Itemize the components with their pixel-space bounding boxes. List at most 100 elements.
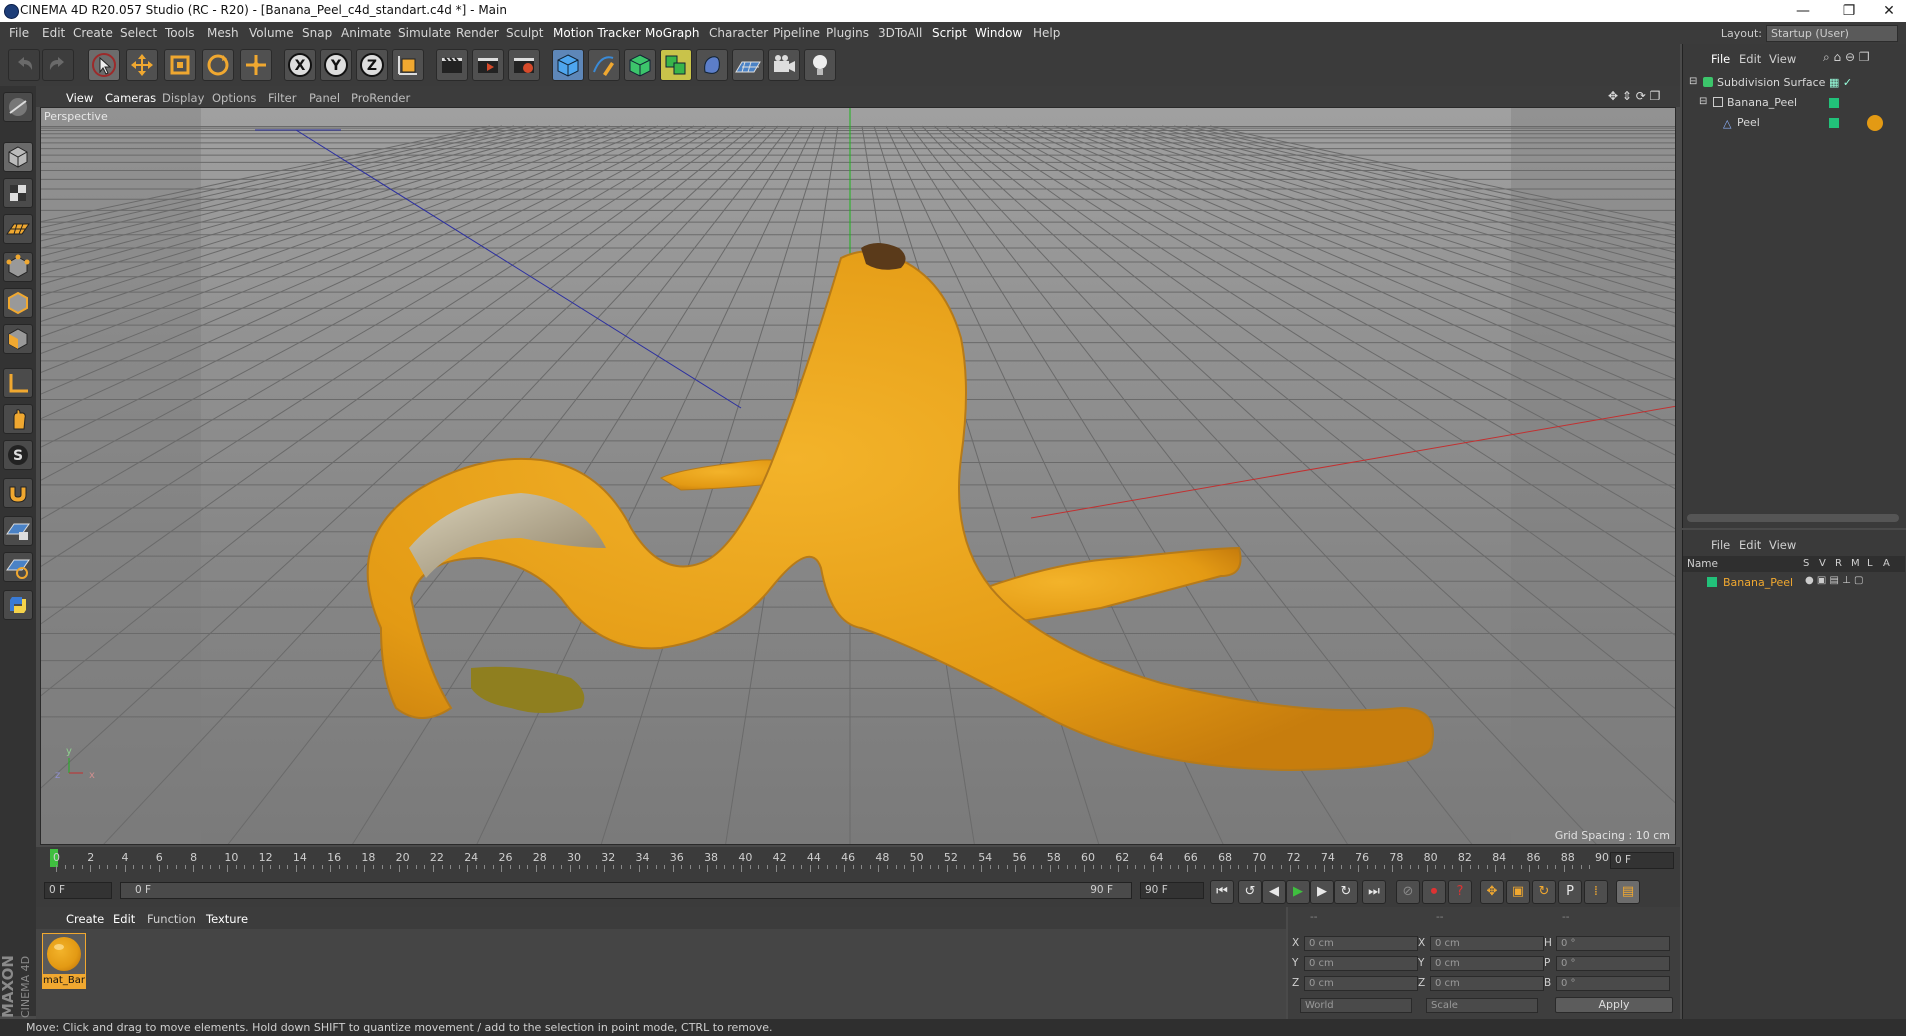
cloner-icon[interactable] [660, 49, 692, 81]
viewport-menu-filter[interactable]: Filter [268, 91, 296, 105]
transform-tool-icon[interactable] [240, 49, 272, 81]
menu-sculpt[interactable]: Sculpt [506, 26, 543, 40]
coord-size-y-field[interactable]: 0 cm [1430, 956, 1544, 971]
object-row-subdivision-surface[interactable]: ⊟ Subdivision Surface ▦ ✓ [1683, 74, 1905, 92]
preview-range-slider[interactable]: 0 F 90 F [120, 882, 1132, 899]
model-mode-icon[interactable] [3, 142, 33, 172]
menu-script[interactable]: Script [932, 26, 967, 40]
tweak-mode-icon[interactable] [3, 404, 33, 434]
next-key-icon[interactable]: ↻ [1334, 880, 1358, 904]
polygons-mode-icon[interactable] [3, 324, 33, 354]
coord-pos-y-field[interactable]: 0 cm [1304, 956, 1418, 971]
autokeying-icon[interactable]: ⏺ [1422, 880, 1446, 904]
layer-menu-file[interactable]: File [1711, 538, 1730, 552]
start-frame-field[interactable]: 0 F [44, 882, 112, 899]
z-axis-lock-icon[interactable]: Z [356, 49, 388, 81]
menu-mograph[interactable]: MoGraph [645, 26, 700, 40]
texture-mode-icon[interactable] [3, 178, 33, 208]
next-frame-icon[interactable]: ▶ [1310, 880, 1334, 904]
key-pla-icon[interactable]: ⁞ [1584, 880, 1608, 904]
coordinate-size-mode-dropdown[interactable]: Scale [1426, 998, 1538, 1013]
coord-rot-b-field[interactable]: 0 ° [1556, 976, 1670, 991]
edges-mode-icon[interactable] [3, 288, 33, 318]
coordinate-space-dropdown[interactable]: World [1300, 998, 1412, 1013]
layout-dropdown[interactable]: Startup (User) [1766, 25, 1898, 42]
rotate-tool-icon[interactable] [202, 49, 234, 81]
viewport-menu-panel[interactable]: Panel [309, 91, 340, 105]
menu-pipeline[interactable]: Pipeline [773, 26, 820, 40]
key-position-icon[interactable]: ✥ [1480, 880, 1504, 904]
previous-frame-icon[interactable]: ◀ [1262, 880, 1286, 904]
menu-simulate[interactable]: Simulate [398, 26, 451, 40]
floor-icon[interactable] [732, 49, 764, 81]
go-to-end-icon[interactable]: ⏭ [1362, 880, 1386, 904]
snapping-icon[interactable]: S [3, 440, 33, 470]
material-menu-edit[interactable]: Edit [113, 912, 135, 926]
magnet-icon[interactable] [3, 478, 33, 508]
menu-help[interactable]: Help [1033, 26, 1060, 40]
move-tool-icon[interactable] [126, 49, 158, 81]
layer-menu-edit[interactable]: Edit [1739, 538, 1761, 552]
close-button[interactable]: ✕ [1866, 0, 1906, 22]
minimize-button[interactable]: — [1780, 0, 1826, 22]
material-thumbnail[interactable]: mat_Bar [42, 933, 86, 989]
perspective-viewport[interactable]: y z x [40, 107, 1676, 845]
menu-tools[interactable]: Tools [165, 26, 195, 40]
viewport-navigation-icons[interactable]: ✥ ⇕ ⟳ ❐ [1608, 89, 1660, 103]
material-menu-function[interactable]: Function [147, 912, 196, 926]
camera-icon[interactable] [768, 49, 800, 81]
menu-motion-tracker[interactable]: Motion Tracker [553, 26, 641, 40]
expand-icon[interactable]: ⊟ [1689, 76, 1697, 87]
go-to-start-icon[interactable]: ⏮ [1210, 880, 1234, 904]
object-name[interactable]: Banana_Peel [1727, 96, 1797, 109]
viewport-menu-cameras[interactable]: Cameras [105, 91, 156, 105]
object-menu-file[interactable]: File [1711, 52, 1730, 66]
layer-color-swatch[interactable] [1707, 577, 1717, 587]
coordinate-system-icon[interactable] [392, 49, 424, 81]
play-forward-icon[interactable]: ▶ [1286, 880, 1310, 904]
current-frame-field[interactable]: 0 F [1610, 852, 1674, 869]
material-menu-create[interactable]: Create [66, 912, 104, 926]
object-name[interactable]: Peel [1737, 116, 1760, 129]
axis-mode-icon[interactable] [3, 368, 33, 398]
live-selection-icon[interactable] [88, 49, 120, 81]
menu-volume[interactable]: Volume [249, 26, 294, 40]
pen-spline-icon[interactable] [588, 49, 620, 81]
timeline-window-icon[interactable]: ▤ [1616, 880, 1640, 904]
render-to-picture-viewer-icon[interactable] [472, 49, 504, 81]
menu-window[interactable]: Window [975, 26, 1022, 40]
previous-key-icon[interactable]: ↺ [1238, 880, 1262, 904]
render-settings-icon[interactable] [508, 49, 540, 81]
menu-edit[interactable]: Edit [42, 26, 65, 40]
layer-row-banana-peel[interactable]: Banana_Peel ● ▣ ▤ ⊥ ▢ [1683, 574, 1905, 592]
object-visibility-icons[interactable]: ▦ ✓ [1829, 76, 1852, 89]
keyframe-selection-icon[interactable]: ? [1448, 880, 1472, 904]
object-menu-edit[interactable]: Edit [1739, 52, 1761, 66]
layer-name[interactable]: Banana_Peel [1723, 576, 1793, 589]
expand-icon[interactable]: ⊟ [1699, 96, 1707, 107]
planar-workplane-icon[interactable] [3, 552, 33, 582]
coord-size-z-field[interactable]: 0 cm [1430, 976, 1544, 991]
menu-select[interactable]: Select [120, 26, 157, 40]
coord-rot-h-field[interactable]: 0 ° [1556, 936, 1670, 951]
viewport-menu-options[interactable]: Options [212, 91, 256, 105]
apply-button[interactable]: Apply [1555, 997, 1673, 1013]
object-row-peel[interactable]: △ Peel [1683, 114, 1905, 132]
layer-toggle-icons[interactable]: ● ▣ ▤ ⊥ ▢ [1805, 575, 1864, 586]
key-scale-icon[interactable]: ▣ [1506, 880, 1530, 904]
menu-mesh[interactable]: Mesh [207, 26, 239, 40]
record-active-objects-icon[interactable]: ⊘ [1396, 880, 1420, 904]
menu-snap[interactable]: Snap [302, 26, 332, 40]
end-frame-field[interactable]: 90 F [1140, 882, 1204, 899]
coord-pos-z-field[interactable]: 0 cm [1304, 976, 1418, 991]
object-menu-view[interactable]: View [1769, 52, 1796, 66]
key-parameter-icon[interactable]: P [1558, 880, 1582, 904]
python-icon[interactable] [3, 590, 33, 620]
coord-rot-p-field[interactable]: 0 ° [1556, 956, 1670, 971]
viewport-menu-prorender[interactable]: ProRender [351, 91, 410, 105]
coord-pos-x-field[interactable]: 0 cm [1304, 936, 1418, 951]
material-menu-texture[interactable]: Texture [206, 912, 248, 926]
scale-tool-icon[interactable] [164, 49, 196, 81]
key-rotation-icon[interactable]: ↻ [1532, 880, 1556, 904]
menu-create[interactable]: Create [73, 26, 113, 40]
